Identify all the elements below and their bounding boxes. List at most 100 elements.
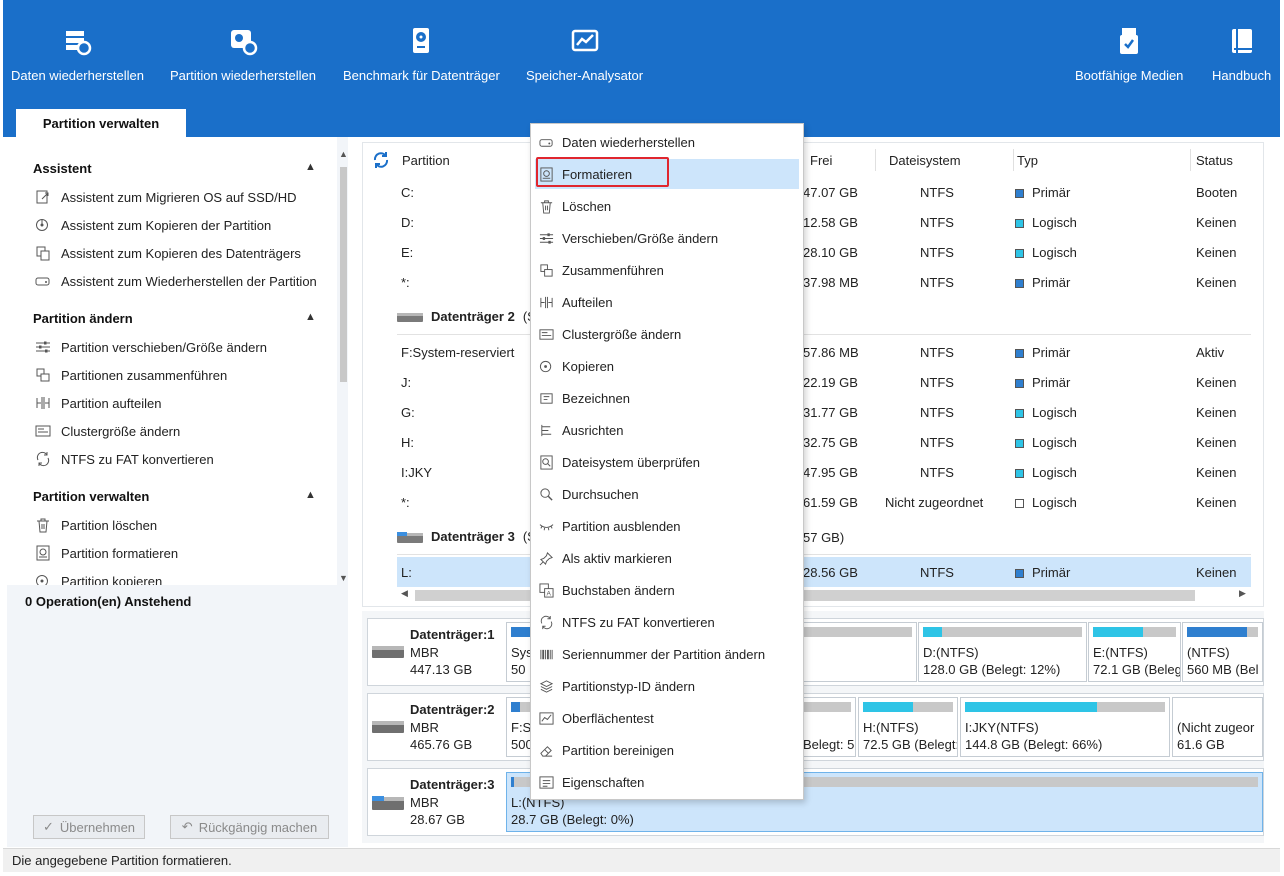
sidebar-item-delete-partition[interactable]: Partition löschen <box>35 517 157 533</box>
collapse-chevron-icon[interactable]: ▲ <box>305 311 316 323</box>
sidebar-scroll-thumb[interactable] <box>340 167 347 382</box>
table-hscrollbar[interactable]: ◀ ▶ <box>397 588 1251 602</box>
cell-type-label: Logisch <box>1032 215 1077 230</box>
toolbar-manual-label: Handbuch <box>1212 68 1272 83</box>
menu-item-split[interactable]: Aufteilen <box>531 287 803 317</box>
column-header-partition[interactable]: Partition <box>402 153 450 168</box>
partition-block[interactable]: D:(NTFS) 128.0 GB (Belegt: 12%) <box>918 622 1087 682</box>
letter-icon: A <box>539 582 554 597</box>
toolbar-space-analyzer-button[interactable]: Speicher-Analysator <box>526 26 643 83</box>
toolbar-benchmark-button[interactable]: Benchmark für Datenträger <box>343 26 500 83</box>
tab-partition-manage[interactable]: Partition verwalten <box>16 109 186 137</box>
partition-block[interactable]: (NTFS) 560 MB (Bel <box>1182 622 1263 682</box>
disk-map-row-2[interactable]: Datenträger:2 MBR 465.76 GB F:Sy 500 Bel… <box>367 693 1264 761</box>
disk-map-row-3[interactable]: Datenträger:3 MBR 28.67 GB L:(NTFS) 28.7… <box>367 768 1264 836</box>
scroll-down-icon[interactable]: ▼ <box>339 573 348 583</box>
table-row[interactable]: G: 31.77 GB NTFS Logisch Keinen <box>397 397 1251 427</box>
scroll-right-icon[interactable]: ▶ <box>1239 588 1246 599</box>
sidebar-item-ntfs-to-fat[interactable]: NTFS zu FAT konvertieren <box>35 451 214 467</box>
menu-item-label: Clustergröße ändern <box>562 326 682 342</box>
table-row[interactable]: I:JKY 47.95 GB NTFS Logisch Keinen <box>397 457 1251 487</box>
layers-icon <box>539 679 554 693</box>
cell-type-label: Logisch <box>1032 495 1077 510</box>
table-row[interactable]: *: 61.59 GB Nicht zugeordnet Logisch Kei… <box>397 487 1251 517</box>
menu-item-ntfs-to-fat[interactable]: NTFS zu FAT konvertieren <box>531 607 803 637</box>
toolbar-data-recovery-button[interactable]: Daten wiederherstellen <box>11 26 144 83</box>
cell-free: 47.07 GB <box>803 185 858 200</box>
menu-item-label-partition[interactable]: Bezeichnen <box>531 383 803 413</box>
table-row[interactable]: J: 22.19 GB NTFS Primär Keinen <box>397 367 1251 397</box>
partition-block[interactable]: E:(NTFS) 72.1 GB (Beleg <box>1088 622 1181 682</box>
column-header-status[interactable]: Status <box>1196 153 1233 168</box>
sidebar-item-partition-recovery-wizard[interactable]: Assistent zum Wiederherstellen der Parti… <box>35 273 317 289</box>
copy-disc-icon <box>539 360 552 372</box>
table-vscrollbar[interactable] <box>1253 147 1263 587</box>
sidebar-item-migrate-os[interactable]: Assistent zum Migrieren OS auf SSD/HD <box>35 189 297 205</box>
usage-fill <box>1093 627 1143 637</box>
table-row[interactable]: H: 32.75 GB NTFS Logisch Keinen <box>397 427 1251 457</box>
menu-item-cluster-size[interactable]: Clustergröße ändern <box>531 319 803 349</box>
menu-item-data-recovery[interactable]: Daten wiederherstellen <box>531 127 803 157</box>
menu-item-properties[interactable]: Eigenschaften <box>531 767 803 797</box>
column-header-free[interactable]: Frei <box>810 153 832 168</box>
hard-disk-icon <box>397 312 423 322</box>
undo-button[interactable]: ↶ Rückgängig machen <box>170 815 329 839</box>
menu-item-check-fs[interactable]: Dateisystem überprüfen <box>531 447 803 477</box>
cell-partition: *: <box>401 495 410 510</box>
partition-block[interactable]: H:(NTFS) 72.5 GB (Belegt: <box>858 697 958 757</box>
collapse-chevron-icon[interactable]: ▲ <box>305 489 316 501</box>
menu-item-merge[interactable]: Zusammenführen <box>531 255 803 285</box>
toolbar-partition-recovery-button[interactable]: Partition wiederherstellen <box>170 26 316 83</box>
disk-scheme: MBR <box>410 720 439 735</box>
disk-header-row[interactable]: Datenträger 2 (S <box>397 309 536 324</box>
usage-fill <box>863 702 913 712</box>
menu-item-wipe[interactable]: Partition bereinigen <box>531 735 803 765</box>
column-header-type[interactable]: Typ <box>1017 153 1038 168</box>
menu-item-align[interactable]: Ausrichten <box>531 415 803 445</box>
sidebar-item-format-partition[interactable]: Partition formatieren <box>35 545 178 561</box>
menu-item-copy[interactable]: Kopieren <box>531 351 803 381</box>
partition-label: D:(NTFS) <box>923 645 979 660</box>
collapse-chevron-icon[interactable]: ▲ <box>305 161 316 173</box>
menu-item-delete[interactable]: Löschen <box>531 191 803 221</box>
menu-item-set-active[interactable]: Als aktiv markieren <box>531 543 803 573</box>
sidebar-item-copy-partition[interactable]: Partition kopieren <box>35 573 162 585</box>
table-row[interactable]: C: 47.07 GB NTFS Primär Booten <box>397 177 1251 207</box>
table-row[interactable]: D: 12.58 GB NTFS Logisch Keinen <box>397 207 1251 237</box>
disk-name: Datenträger:1 <box>410 627 495 642</box>
apply-button[interactable]: ✓ Übernehmen <box>33 815 145 839</box>
column-header-filesystem[interactable]: Dateisystem <box>889 153 961 168</box>
table-row[interactable]: E: 28.10 GB NTFS Logisch Keinen <box>397 237 1251 267</box>
table-row[interactable]: *: 37.98 MB NTFS Primär Keinen <box>397 267 1251 297</box>
menu-item-change-letter[interactable]: A Buchstaben ändern <box>531 575 803 605</box>
disk-map: Datenträger:1 MBR 447.13 GB Syst 50 M D:… <box>362 611 1264 843</box>
logical-type-icon <box>1015 439 1024 448</box>
menu-item-explore[interactable]: Durchsuchen <box>531 479 803 509</box>
drive-recover-icon <box>35 277 50 286</box>
menu-item-move-resize[interactable]: Verschieben/Größe ändern <box>531 223 803 253</box>
sidebar-item-move-resize[interactable]: Partition verschieben/Größe ändern <box>35 339 267 355</box>
table-row[interactable]: F:System-reserviert 57.86 MB NTFS Primär… <box>397 337 1251 367</box>
sidebar-scrollbar[interactable]: ▲ ▼ <box>338 149 348 589</box>
partition-block[interactable]: I:JKY(NTFS) 144.8 GB (Belegt: 66%) <box>960 697 1170 757</box>
sidebar-item-cluster-size[interactable]: Clustergröße ändern <box>35 423 180 439</box>
menu-item-serial-number[interactable]: Seriennummer der Partition ändern <box>531 639 803 669</box>
partition-block[interactable]: (Nicht zugeor 61.6 GB <box>1172 697 1263 757</box>
sidebar-item-split[interactable]: Partition aufteilen <box>35 395 161 411</box>
scroll-up-icon[interactable]: ▲ <box>339 149 348 159</box>
sidebar-item-copy-disk-wizard[interactable]: Assistent zum Kopieren des Datenträgers <box>35 245 301 261</box>
toolbar-bootable-media-button[interactable]: Bootfähige Medien <box>1075 26 1183 83</box>
sidebar-item-copy-partition-wizard[interactable]: Assistent zum Kopieren der Partition <box>35 217 271 233</box>
scroll-left-icon[interactable]: ◀ <box>401 588 408 599</box>
disk-header-row[interactable]: Datenträger 3 (S <box>397 529 536 544</box>
refresh-icon[interactable] <box>372 151 390 172</box>
toolbar-manual-button[interactable]: Handbuch <box>1212 26 1271 83</box>
cell-free: 28.10 GB <box>803 245 858 260</box>
sidebar-item-merge[interactable]: Partitionen zusammenführen <box>35 367 227 383</box>
table-row-selected[interactable]: L: 28.56 GB NTFS Primär Keinen <box>397 557 1251 587</box>
partition-label: I:JKY(NTFS) <box>965 720 1039 735</box>
menu-item-surface-test[interactable]: Oberflächentest <box>531 703 803 733</box>
menu-item-type-id[interactable]: Partitionstyp-ID ändern <box>531 671 803 701</box>
menu-item-hide[interactable]: Partition ausblenden <box>531 511 803 541</box>
disk-map-row-1[interactable]: Datenträger:1 MBR 447.13 GB Syst 50 M D:… <box>367 618 1264 686</box>
